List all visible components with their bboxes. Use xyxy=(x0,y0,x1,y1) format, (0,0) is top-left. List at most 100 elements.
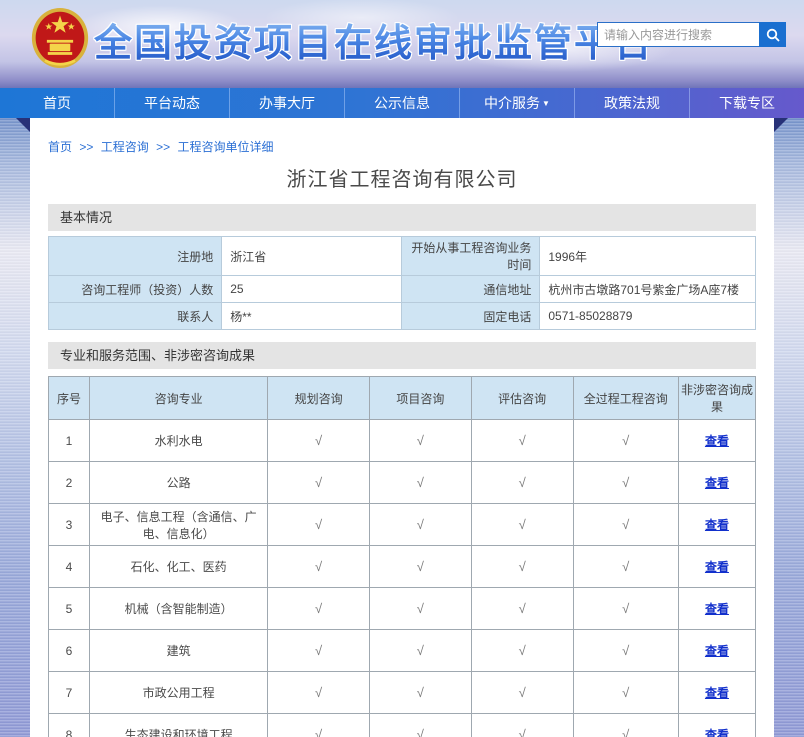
table-row: 5 机械（含智能制造） √ √ √ √ 查看 xyxy=(49,588,756,630)
cell-check: √ xyxy=(573,462,678,504)
info-label: 咨询工程师（投资）人数 xyxy=(49,276,222,303)
cell-specialty: 水利水电 xyxy=(90,420,268,462)
chevron-down-icon: ▼ xyxy=(542,99,550,108)
nav-item-policies[interactable]: 政策法规 xyxy=(575,88,690,118)
cell-no: 7 xyxy=(49,672,90,714)
national-emblem-logo xyxy=(30,6,90,70)
breadcrumb-consulting-link[interactable]: 工程咨询 xyxy=(101,140,149,154)
nav-item-label: 中介服务 xyxy=(484,95,540,111)
table-row: 7 市政公用工程 √ √ √ √ 查看 xyxy=(49,672,756,714)
col-header-results: 非涉密咨询成果 xyxy=(678,377,755,420)
nav-item-home[interactable]: 首页 xyxy=(0,88,115,118)
breadcrumb: 首页 >> 工程咨询 >> 工程咨询单位详细 xyxy=(48,118,756,155)
cell-specialty: 石化、化工、医药 xyxy=(90,546,268,588)
cell-no: 4 xyxy=(49,546,90,588)
table-row: 咨询工程师（投资）人数 25 通信地址 杭州市古墩路701号紫金广场A座7楼 xyxy=(49,276,756,303)
nav-item-downloads[interactable]: 下载专区 xyxy=(690,88,804,118)
cell-specialty: 生态建设和环境工程 xyxy=(90,714,268,737)
cell-check: √ xyxy=(471,546,573,588)
view-link[interactable]: 查看 xyxy=(705,728,729,737)
cell-specialty: 机械（含智能制造） xyxy=(90,588,268,630)
breadcrumb-home-link[interactable]: 首页 xyxy=(48,140,72,154)
view-link[interactable]: 查看 xyxy=(705,686,729,700)
cell-check: √ xyxy=(471,462,573,504)
main-nav: 首页 平台动态 办事大厅 公示信息 中介服务▼ 政策法规 下载专区 xyxy=(0,88,804,118)
cell-specialty: 市政公用工程 xyxy=(90,672,268,714)
view-link[interactable]: 查看 xyxy=(705,602,729,616)
table-row: 联系人 杨** 固定电话 0571-85028879 xyxy=(49,303,756,330)
search-input[interactable] xyxy=(597,22,759,47)
info-label: 开始从事工程咨询业务时间 xyxy=(402,237,540,276)
view-link[interactable]: 查看 xyxy=(705,476,729,490)
cell-check: √ xyxy=(268,546,370,588)
table-row: 2 公路 √ √ √ √ 查看 xyxy=(49,462,756,504)
section-basic-info-header: 基本情况 xyxy=(48,204,756,231)
cell-check: √ xyxy=(268,672,370,714)
cell-no: 1 xyxy=(49,420,90,462)
nav-item-public-info[interactable]: 公示信息 xyxy=(345,88,460,118)
cell-check: √ xyxy=(573,672,678,714)
section-services-header: 专业和服务范围、非涉密咨询成果 xyxy=(48,342,756,369)
cell-check: √ xyxy=(268,420,370,462)
cell-check: √ xyxy=(369,630,471,672)
cell-check: √ xyxy=(268,462,370,504)
nav-item-intermediary-services[interactable]: 中介服务▼ xyxy=(460,88,575,118)
col-header-no: 序号 xyxy=(49,377,90,420)
cell-check: √ xyxy=(369,546,471,588)
cell-check: √ xyxy=(369,420,471,462)
sky-banner: 全国投资项目在线审批监管平台 xyxy=(0,0,804,88)
table-row: 8 生态建设和环境工程 √ √ √ √ 查看 xyxy=(49,714,756,737)
cell-no: 3 xyxy=(49,504,90,546)
search-bar xyxy=(597,22,786,47)
content-panel: 首页 >> 工程咨询 >> 工程咨询单位详细 浙江省工程咨询有限公司 基本情况 … xyxy=(30,118,774,737)
cell-check: √ xyxy=(573,504,678,546)
nav-item-platform-news[interactable]: 平台动态 xyxy=(115,88,230,118)
cell-check: √ xyxy=(471,504,573,546)
info-value: 浙江省 xyxy=(222,237,402,276)
info-value: 杨** xyxy=(222,303,402,330)
services-table: 序号 咨询专业 规划咨询 项目咨询 评估咨询 全过程工程咨询 非涉密咨询成果 1… xyxy=(48,376,756,737)
cell-specialty: 公路 xyxy=(90,462,268,504)
cell-check: √ xyxy=(573,630,678,672)
breadcrumb-current-page[interactable]: 工程咨询单位详细 xyxy=(177,140,273,154)
cell-check: √ xyxy=(573,420,678,462)
cell-specialty: 建筑 xyxy=(90,630,268,672)
search-button[interactable] xyxy=(759,22,786,47)
cell-check: √ xyxy=(268,504,370,546)
col-header-specialty: 咨询专业 xyxy=(90,377,268,420)
col-header-project: 项目咨询 xyxy=(369,377,471,420)
corner-notch-left xyxy=(16,118,30,132)
basic-info-table: 注册地 浙江省 开始从事工程咨询业务时间 1996年 咨询工程师（投资）人数 2… xyxy=(48,236,756,330)
cell-check: √ xyxy=(369,504,471,546)
cell-check: √ xyxy=(268,630,370,672)
cell-check: √ xyxy=(369,714,471,737)
nav-item-service-hall[interactable]: 办事大厅 xyxy=(230,88,345,118)
breadcrumb-separator: >> xyxy=(156,140,170,154)
info-value: 1996年 xyxy=(540,237,756,276)
table-header-row: 序号 咨询专业 规划咨询 项目咨询 评估咨询 全过程工程咨询 非涉密咨询成果 xyxy=(49,377,756,420)
cell-check: √ xyxy=(471,420,573,462)
info-label: 注册地 xyxy=(49,237,222,276)
cell-check: √ xyxy=(369,588,471,630)
col-header-planning: 规划咨询 xyxy=(268,377,370,420)
cell-check: √ xyxy=(573,546,678,588)
page-title: 浙江省工程咨询有限公司 xyxy=(48,163,756,192)
table-row: 4 石化、化工、医药 √ √ √ √ 查看 xyxy=(49,546,756,588)
cell-check: √ xyxy=(471,672,573,714)
view-link[interactable]: 查看 xyxy=(705,434,729,448)
cell-no: 8 xyxy=(49,714,90,737)
corner-notch-right xyxy=(774,118,788,132)
col-header-evaluation: 评估咨询 xyxy=(471,377,573,420)
info-value: 0571-85028879 xyxy=(540,303,756,330)
view-link[interactable]: 查看 xyxy=(705,518,729,532)
search-icon xyxy=(766,28,780,42)
col-header-whole-process: 全过程工程咨询 xyxy=(573,377,678,420)
view-link[interactable]: 查看 xyxy=(705,644,729,658)
site-title: 全国投资项目在线审批监管平台 xyxy=(94,12,654,67)
info-label: 固定电话 xyxy=(402,303,540,330)
cell-check: √ xyxy=(471,630,573,672)
cell-check: √ xyxy=(471,714,573,737)
cell-specialty: 电子、信息工程（含通信、广电、信息化） xyxy=(90,504,268,546)
info-label: 通信地址 xyxy=(402,276,540,303)
view-link[interactable]: 查看 xyxy=(705,560,729,574)
